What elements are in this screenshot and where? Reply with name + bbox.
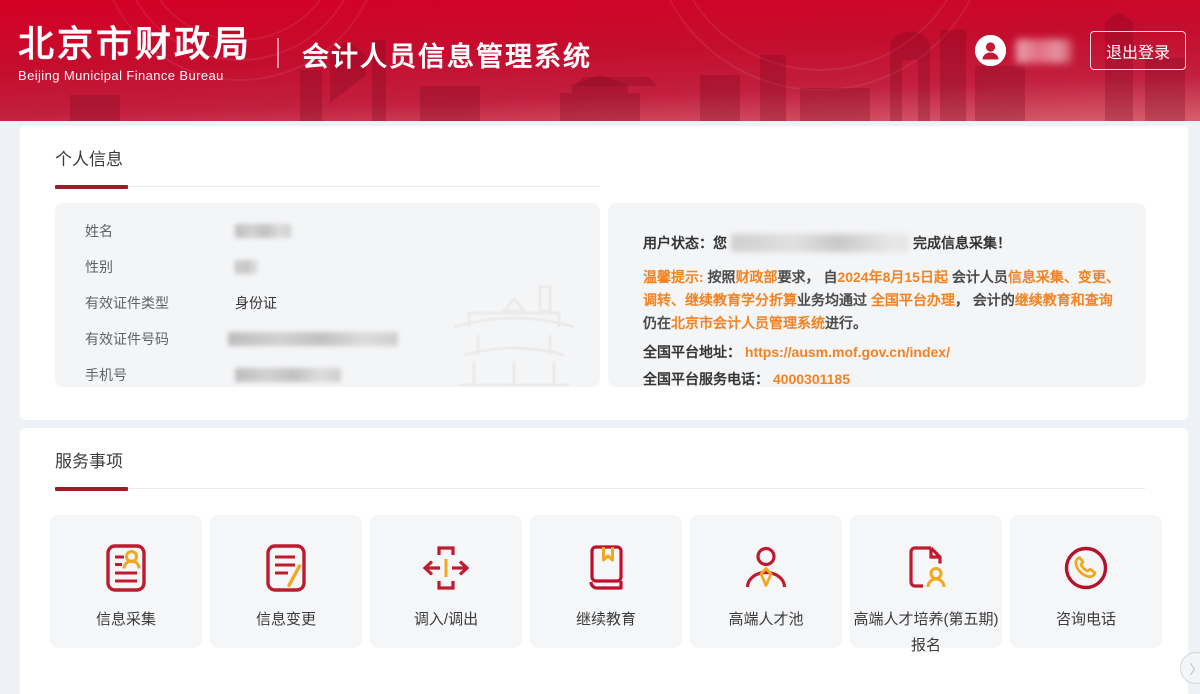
- field-label: 姓名: [85, 221, 235, 241]
- status-redacted: [731, 234, 909, 252]
- field-row-id-type: 有效证件类型 身份证: [55, 292, 600, 314]
- person-tie-icon: [690, 540, 842, 596]
- system-title: 会计人员信息管理系统: [302, 35, 592, 74]
- header-divider: [277, 38, 279, 68]
- service-card-continuing-education[interactable]: 继续教育: [530, 515, 682, 648]
- platform-phone-label: 全国平台服务电话：: [643, 371, 769, 387]
- notice-text: 温馨提示: 按照财政部要求， 自2024年8月15日起 会计人员信息采集、变更、…: [643, 266, 1122, 335]
- platform-url-link[interactable]: https://ausm.mof.gov.cn/index/: [745, 344, 950, 360]
- platform-url-line: 全国平台地址： https://ausm.mof.gov.cn/index/: [643, 342, 1122, 362]
- field-label: 性别: [85, 257, 235, 277]
- service-card-label: 高端人才培养(第五期)报名: [850, 607, 1002, 659]
- service-card-info-collection[interactable]: 信息采集: [50, 515, 202, 648]
- service-card-info-change[interactable]: 信息变更: [210, 515, 362, 648]
- service-cards-row: 信息采集 信息变更: [50, 515, 1170, 648]
- personal-section-title: 个人信息: [55, 145, 1188, 170]
- doc-edit-icon: [210, 540, 362, 596]
- service-card-label: 信息采集: [50, 607, 202, 633]
- doc-person-icon: [50, 540, 202, 596]
- status-prefix: 用户状态：您: [643, 233, 727, 253]
- username-redacted: [1016, 39, 1072, 63]
- redacted-value: [235, 260, 257, 274]
- redacted-value: [228, 332, 398, 346]
- service-card-label: 调入/调出: [370, 607, 522, 633]
- redacted-value: [235, 224, 291, 238]
- org-logo: 北京市财政局 Beijing Municipal Finance Bureau: [18, 24, 252, 83]
- field-row-gender: 性别: [55, 256, 600, 278]
- services-section-title: 服务事项: [55, 447, 1188, 472]
- service-card-label: 信息变更: [210, 607, 362, 633]
- logout-button[interactable]: 退出登录: [1090, 31, 1186, 70]
- platform-phone-line: 全国平台服务电话： 4000301185: [643, 369, 1122, 389]
- field-row-phone: 手机号: [55, 364, 600, 386]
- status-panel: 用户状态：您 完成信息采集！ 温馨提示: 按照财政部要求， 自2024年8月15…: [608, 203, 1146, 387]
- user-avatar-icon[interactable]: [975, 35, 1006, 66]
- field-label: 有效证件类型: [85, 293, 235, 313]
- transfer-arrows-icon: [370, 540, 522, 596]
- page: 北京市财政局 Beijing Municipal Finance Bureau …: [0, 0, 1200, 694]
- app-header: 北京市财政局 Beijing Municipal Finance Bureau …: [0, 0, 1200, 121]
- service-card-talent-pool[interactable]: 高端人才池: [690, 515, 842, 648]
- service-card-talent-training-signup[interactable]: 高端人才培养(第五期)报名: [850, 515, 1002, 648]
- org-name-en: Beijing Municipal Finance Bureau: [18, 68, 252, 83]
- services-card: 服务事项 信息采集: [20, 428, 1188, 694]
- user-status-line: 用户状态：您 完成信息采集！: [643, 233, 1122, 253]
- personal-fields-panel: 姓名 性别 有效证件类型 身份证 有效证件号码 手机号: [55, 203, 600, 387]
- platform-url-label: 全国平台地址：: [643, 344, 741, 360]
- book-icon: [530, 540, 682, 596]
- doc-applicant-icon: [850, 540, 1002, 596]
- org-name-zh: 北京市财政局: [18, 24, 252, 64]
- field-label: 手机号: [85, 365, 235, 385]
- phone-icon: [1010, 540, 1162, 596]
- status-suffix: 完成信息采集！: [913, 233, 1011, 253]
- service-card-label: 继续教育: [530, 607, 682, 633]
- service-card-transfer[interactable]: 调入/调出: [370, 515, 522, 648]
- field-value: 身份证: [235, 293, 277, 313]
- redacted-value: [235, 368, 341, 382]
- service-card-label: 高端人才池: [690, 607, 842, 633]
- field-row-name: 姓名: [55, 220, 600, 242]
- field-row-id-number: 有效证件号码: [55, 328, 600, 350]
- platform-phone-number: 4000301185: [773, 371, 850, 387]
- personal-info-card: 个人信息 姓名: [20, 126, 1188, 420]
- service-card-hotline[interactable]: 咨询电话: [1010, 515, 1162, 648]
- service-card-label: 咨询电话: [1010, 607, 1162, 633]
- field-label: 有效证件号码: [85, 329, 235, 349]
- section-rule: [55, 487, 1188, 491]
- section-rule: [55, 185, 1188, 189]
